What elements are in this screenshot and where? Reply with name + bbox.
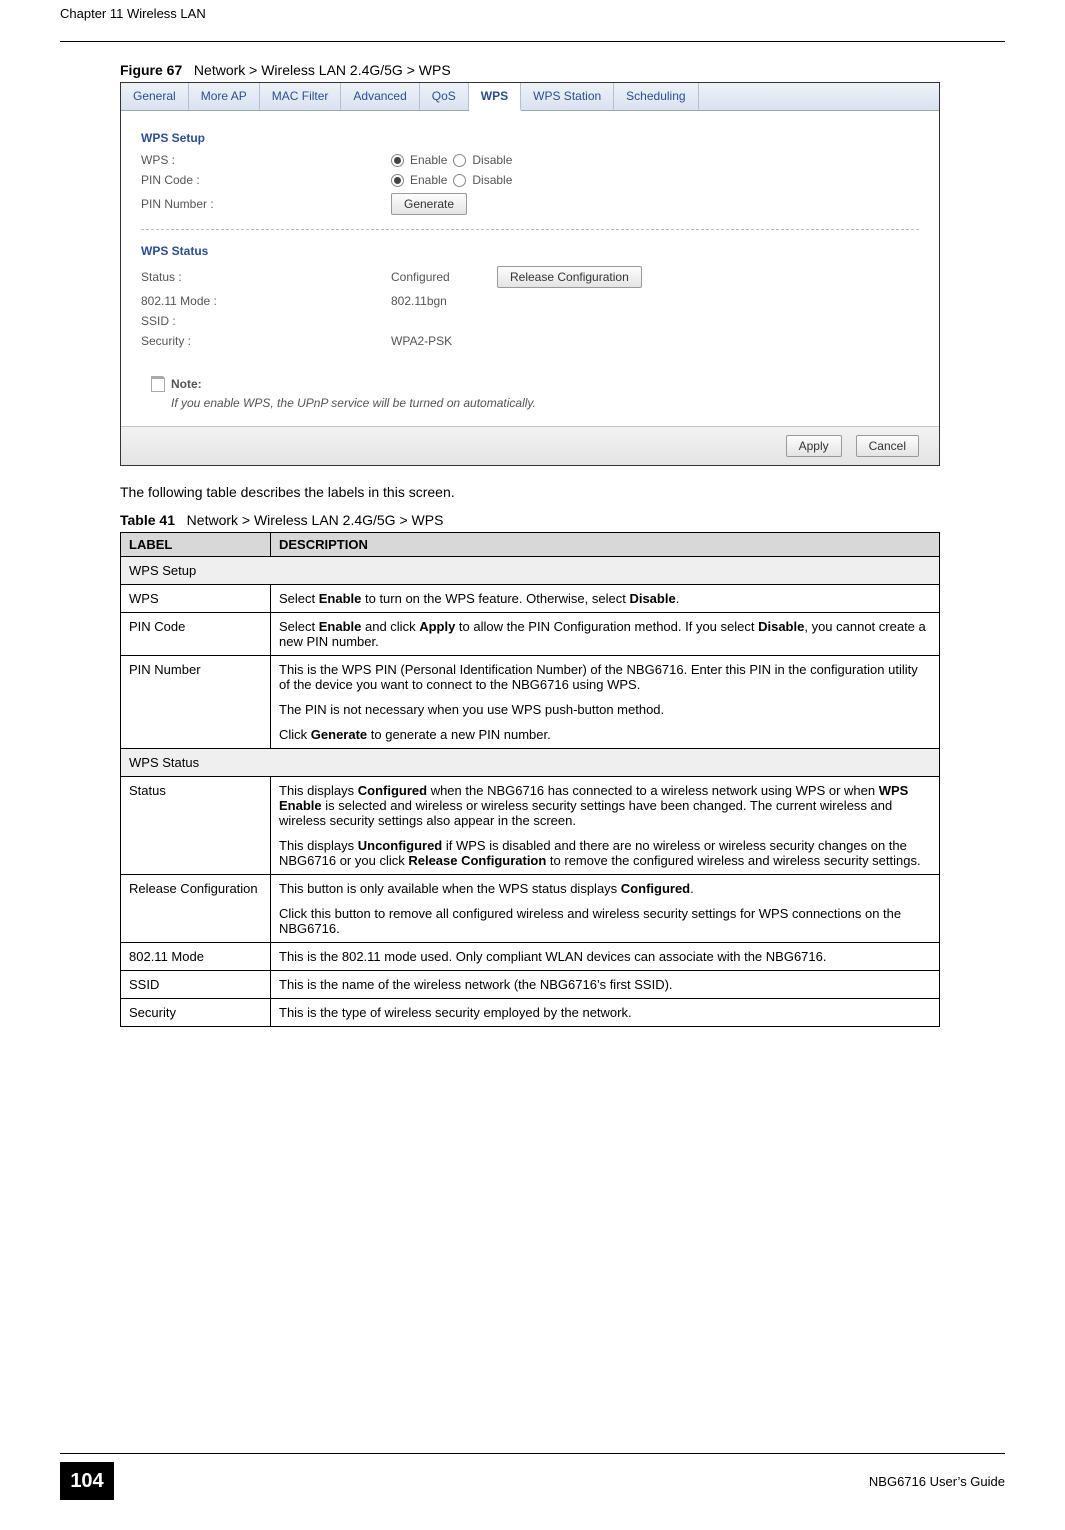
enable-text: Enable <box>410 153 447 167</box>
table-row: WPS Setup <box>121 557 940 585</box>
table-row: PIN NumberThis is the WPS PIN (Personal … <box>121 656 940 749</box>
th-description: DESCRIPTION <box>271 533 940 557</box>
tab-scheduling[interactable]: Scheduling <box>614 83 698 110</box>
pin-disable-radio[interactable] <box>453 174 466 187</box>
enable-text-2: Enable <box>410 173 447 187</box>
figure-title: Network > Wireless LAN 2.4G/5G > WPS <box>194 62 451 78</box>
wps-disable-radio[interactable] <box>453 154 466 167</box>
table-row: WPSSelect Enable to turn on the WPS feat… <box>121 585 940 613</box>
tab-wps-station[interactable]: WPS Station <box>521 83 614 110</box>
tab-qos[interactable]: QoS <box>420 83 469 110</box>
disable-text-2: Disable <box>472 173 512 187</box>
security-label: Security : <box>141 334 391 348</box>
table-row: StatusThis displays Configured when the … <box>121 777 940 875</box>
body-paragraph: The following table describes the labels… <box>120 484 945 500</box>
description-cell: Select Enable and click Apply to allow t… <box>271 613 940 656</box>
tab-mac-filter[interactable]: MAC Filter <box>260 83 342 110</box>
tab-more-ap[interactable]: More AP <box>189 83 260 110</box>
divider <box>141 229 919 230</box>
description-cell: This button is only available when the W… <box>271 875 940 943</box>
description-cell: This displays Configured when the NBG671… <box>271 777 940 875</box>
description-cell: This is the name of the wireless network… <box>271 971 940 999</box>
pin-number-label: PIN Number : <box>141 197 391 211</box>
label-cell: Release Configuration <box>121 875 271 943</box>
label-cell: PIN Code <box>121 613 271 656</box>
screenshot: General More AP MAC Filter Advanced QoS … <box>120 82 940 466</box>
table-row: WPS Status <box>121 749 940 777</box>
th-label: LABEL <box>121 533 271 557</box>
description-cell: Select Enable to turn on the WPS feature… <box>271 585 940 613</box>
table-row: SSIDThis is the name of the wireless net… <box>121 971 940 999</box>
cancel-button[interactable]: Cancel <box>856 435 919 457</box>
page-footer: 104 NBG6716 User’s Guide <box>0 1453 1065 1500</box>
mode-label: 802.11 Mode : <box>141 294 391 308</box>
label-cell: Status <box>121 777 271 875</box>
label-cell: 802.11 Mode <box>121 943 271 971</box>
status-label: Status : <box>141 270 391 284</box>
release-configuration-button[interactable]: Release Configuration <box>497 266 642 288</box>
wps-status-title: WPS Status <box>141 244 919 258</box>
description-cell: This is the WPS PIN (Personal Identifica… <box>271 656 940 749</box>
table-row: 802.11 ModeThis is the 802.11 mode used.… <box>121 943 940 971</box>
pin-enable-radio[interactable] <box>391 174 404 187</box>
table-row: SecurityThis is the type of wireless sec… <box>121 999 940 1027</box>
mode-value: 802.11bgn <box>391 294 447 308</box>
section-cell: WPS Setup <box>121 557 940 585</box>
figure-label: Figure 67 <box>120 62 182 78</box>
panel-footer: Apply Cancel <box>121 426 939 465</box>
description-table: LABEL DESCRIPTION WPS SetupWPSSelect Ena… <box>120 532 940 1027</box>
apply-button[interactable]: Apply <box>786 435 842 457</box>
guide-name: NBG6716 User’s Guide <box>869 1474 1005 1489</box>
wps-enable-radio[interactable] <box>391 154 404 167</box>
note-icon <box>151 376 165 392</box>
table-label: Table 41 <box>120 512 175 528</box>
label-cell: PIN Number <box>121 656 271 749</box>
description-cell: This is the 802.11 mode used. Only compl… <box>271 943 940 971</box>
disable-text: Disable <box>472 153 512 167</box>
section-cell: WPS Status <box>121 749 940 777</box>
chapter-title: Chapter 11 Wireless LAN <box>60 6 206 21</box>
note-text: If you enable WPS, the UPnP service will… <box>151 396 909 410</box>
table-row: PIN CodeSelect Enable and click Apply to… <box>121 613 940 656</box>
tabs-bar: General More AP MAC Filter Advanced QoS … <box>121 83 939 111</box>
wps-label: WPS : <box>141 153 391 167</box>
tab-general[interactable]: General <box>121 83 189 110</box>
label-cell: Security <box>121 999 271 1027</box>
page-number: 104 <box>60 1462 114 1500</box>
label-cell: WPS <box>121 585 271 613</box>
note-box: Note: If you enable WPS, the UPnP servic… <box>141 368 919 418</box>
ssid-label: SSID : <box>141 314 391 328</box>
note-title: Note: <box>171 377 202 391</box>
description-cell: This is the type of wireless security em… <box>271 999 940 1027</box>
table-caption: Table 41 Network > Wireless LAN 2.4G/5G … <box>120 512 945 528</box>
wps-setup-title: WPS Setup <box>141 131 919 145</box>
security-value: WPA2-PSK <box>391 334 452 348</box>
figure-caption: Figure 67 Network > Wireless LAN 2.4G/5G… <box>120 62 945 78</box>
pin-code-label: PIN Code : <box>141 173 391 187</box>
tab-advanced[interactable]: Advanced <box>341 83 419 110</box>
table-title: Network > Wireless LAN 2.4G/5G > WPS <box>187 512 444 528</box>
table-row: Release ConfigurationThis button is only… <box>121 875 940 943</box>
label-cell: SSID <box>121 971 271 999</box>
tab-wps[interactable]: WPS <box>469 83 521 111</box>
status-value: Configured <box>391 270 491 284</box>
generate-button[interactable]: Generate <box>391 193 467 215</box>
